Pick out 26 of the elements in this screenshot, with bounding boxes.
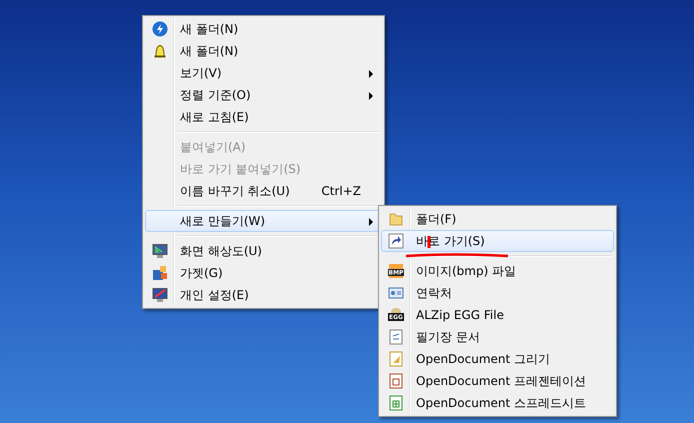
menu-item[interactable]: 화면 해상도(U) [145,240,382,262]
spreadsheet-document-icon [388,395,404,411]
menu-item[interactable]: OpenDocument 그리기 [381,348,614,370]
lightning-icon [152,21,168,37]
menu-item[interactable]: 보기(V) [145,62,382,84]
presentation-document-icon [388,373,404,389]
menu-item[interactable]: 폴더(F) [381,208,614,230]
menu-item[interactable]: 이름 바꾸기 취소(U) Ctrl+Z [145,180,382,202]
menu-item[interactable]: 연락처 [381,282,614,304]
menu-item[interactable]: 가젯(G) [145,262,382,284]
menu-item[interactable]: OpenDocument 스프레드시트 [381,392,614,414]
monitor-icon [152,243,168,259]
menu-item[interactable]: 정렬 기준(O) [145,84,382,106]
contact-card-icon [388,285,404,301]
menu-item[interactable]: OpenDocument 프레젠테이션 [381,370,614,392]
bell-icon [152,43,168,59]
monitor-brush-icon [152,287,168,303]
menu-item[interactable]: 필기장 문서 [381,326,614,348]
menu-item[interactable]: 새로 고침(E) [145,106,382,128]
menu-item[interactable]: 개인 설정(E) [145,284,382,306]
menu-item[interactable]: 새 폴더(N) [145,40,382,62]
folder-icon [388,211,404,227]
drawing-document-icon [388,351,404,367]
document-icon [388,329,404,345]
menu-item[interactable]: 새 폴더(N) [145,18,382,40]
gadget-icon [152,265,168,281]
